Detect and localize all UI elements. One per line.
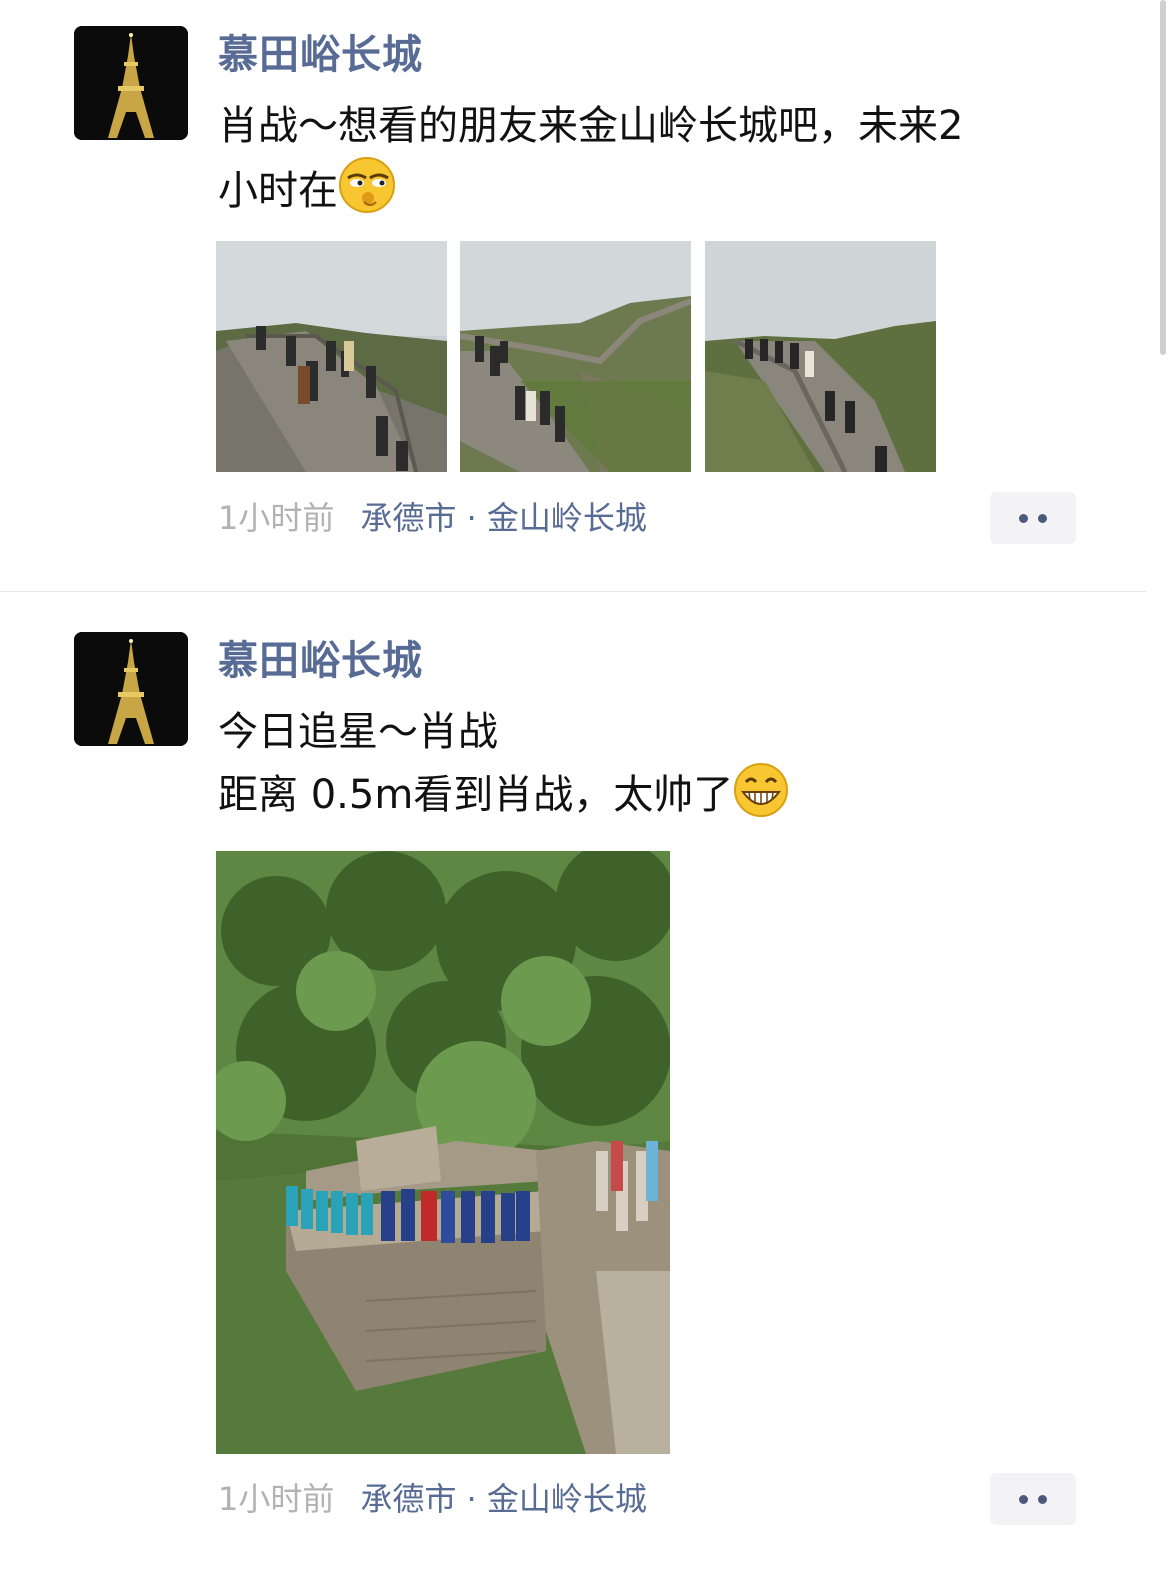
smirk-emoji-icon: [339, 157, 395, 213]
dot-icon: [1019, 513, 1028, 523]
post-location[interactable]: 承德市 · 金山岭长城: [360, 1480, 647, 1518]
dot-icon: [1038, 1494, 1047, 1504]
username[interactable]: 慕田峪长城: [218, 30, 423, 80]
eiffel-tower-icon: [74, 26, 188, 140]
great-wall-stairs-photo[interactable]: [216, 241, 447, 472]
post-text-line: 今日追星～肖战: [218, 709, 498, 755]
avatar[interactable]: [74, 26, 188, 140]
dot-icon: [1038, 513, 1047, 523]
divider: [0, 591, 1146, 592]
post-text: 今日追星～肖战 距离 0.5m看到肖战，太帅了: [218, 702, 1078, 825]
username[interactable]: 慕田峪长城: [218, 636, 423, 686]
post-text: 肖战～想看的朋友来金山岭长城吧，未来2 小时在: [218, 96, 1078, 221]
great-wall-crowd-photo[interactable]: [705, 241, 936, 472]
post-text-line-with-emoji: 距离 0.5m看到肖战，太帅了: [218, 762, 1078, 825]
post-location[interactable]: 承德市 · 金山岭长城: [360, 499, 647, 537]
post-text-line: 距离 0.5m看到肖战，太帅了: [218, 772, 734, 818]
post-text-line-with-emoji: 小时在: [218, 156, 1078, 221]
more-actions-button[interactable]: [990, 1473, 1076, 1525]
great-wall-film-crew-photo[interactable]: [216, 851, 670, 1454]
more-actions-button[interactable]: [990, 492, 1076, 544]
post-time: 1小时前: [218, 499, 335, 537]
post-text-line: 小时在: [218, 168, 338, 214]
grin-emoji-icon: [734, 763, 789, 817]
eiffel-tower-icon: [74, 632, 188, 746]
post-meta: 1小时前 承德市 · 金山岭长城: [218, 496, 647, 540]
great-wall-ridge-photo[interactable]: [460, 241, 691, 472]
dot-icon: [1019, 1494, 1028, 1504]
post-text-line: 肖战～想看的朋友来金山岭长城吧，未来2: [218, 103, 964, 149]
post-meta: 1小时前 承德市 · 金山岭长城: [218, 1477, 647, 1521]
avatar[interactable]: [74, 632, 188, 746]
scrollbar[interactable]: [1160, 0, 1166, 355]
moment-post-2: 慕田峪长城 今日追星～肖战 距离 0.5m看到肖战，太帅了 1小时前 承德市 ·…: [0, 600, 1150, 1596]
post-time: 1小时前: [218, 1480, 335, 1518]
moment-post-1: 慕田峪长城 肖战～想看的朋友来金山岭长城吧，未来2 小时在 1小时前 承德市 ·…: [0, 0, 1150, 590]
